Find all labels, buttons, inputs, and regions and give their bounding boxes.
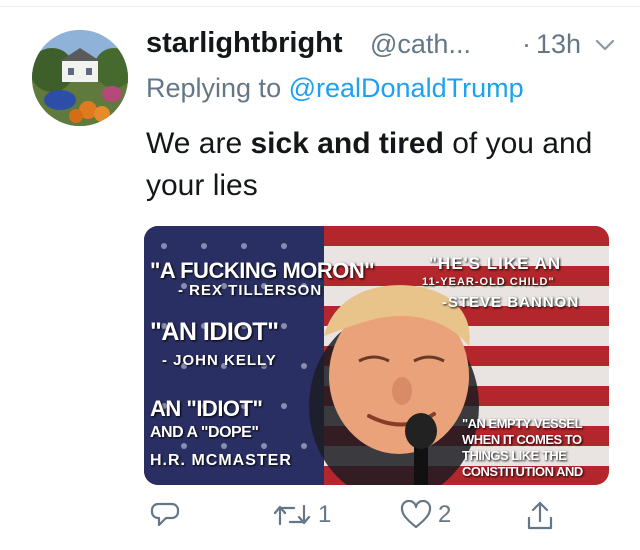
quote-2-author: - JOHN KELLY <box>162 352 277 369</box>
quote-3-line2: AND A "DOPE" <box>150 424 259 441</box>
quote-1-text: "A FUCKING MORON" <box>150 258 375 283</box>
quote-5-text: "AN EMPTY VESSEL <box>462 416 583 431</box>
reply-icon <box>150 502 180 527</box>
chevron-down-icon[interactable] <box>594 37 616 53</box>
tweet-header: starlightbright @cath... · 13h <box>146 27 626 67</box>
timestamp[interactable]: 13h <box>536 29 581 60</box>
quote-5-line3: THINGS LIKE THE <box>462 448 567 463</box>
heart-icon <box>400 500 432 529</box>
reply-to-link[interactable]: @realDonaldTrump <box>289 73 524 103</box>
avatar-image <box>32 30 128 126</box>
tweet-image[interactable]: "A FUCKING MORON" - REX TILLERSON "AN ID… <box>144 226 609 485</box>
retweet-icon <box>273 504 311 526</box>
reply-button[interactable] <box>150 500 186 530</box>
share-icon <box>527 501 553 530</box>
reply-prefix: Replying to <box>146 73 289 103</box>
user-handle[interactable]: @cath... <box>370 29 471 60</box>
tweet-text-bold: sick and tired <box>250 127 444 160</box>
quote-3-text: AN "IDIOT" <box>150 396 263 421</box>
retweet-count: 1 <box>318 501 332 528</box>
tweet-text-start: We are <box>146 127 251 160</box>
avatar[interactable] <box>32 30 128 126</box>
display-name[interactable]: starlightbright <box>146 27 343 60</box>
tweet-actions: 1 2 <box>0 500 640 540</box>
top-divider <box>0 6 640 7</box>
quote-5-line4: CONSTITUTION AND <box>462 464 583 479</box>
quote-4-line2: 11-YEAR-OLD CHILD" <box>422 276 555 288</box>
like-count: 2 <box>438 501 452 528</box>
quote-3-author: H.R. MCMASTER <box>150 452 292 469</box>
quote-4-author: -STEVE BANNON <box>442 294 580 311</box>
share-button[interactable] <box>525 500 561 532</box>
separator-dot: · <box>522 29 531 59</box>
quote-4-text: "HE'S LIKE AN <box>429 254 562 273</box>
retweet-button[interactable]: 1 <box>272 500 331 530</box>
reply-context: Replying to @realDonaldTrump <box>146 73 524 104</box>
like-button[interactable]: 2 <box>400 500 451 530</box>
quote-1-author: - REX TILLERSON <box>178 282 323 299</box>
quote-2-text: "AN IDIOT" <box>150 318 279 346</box>
tweet-text: We are sick and tired of you and your li… <box>146 123 616 207</box>
quote-5-line2: WHEN IT COMES TO <box>462 432 582 447</box>
